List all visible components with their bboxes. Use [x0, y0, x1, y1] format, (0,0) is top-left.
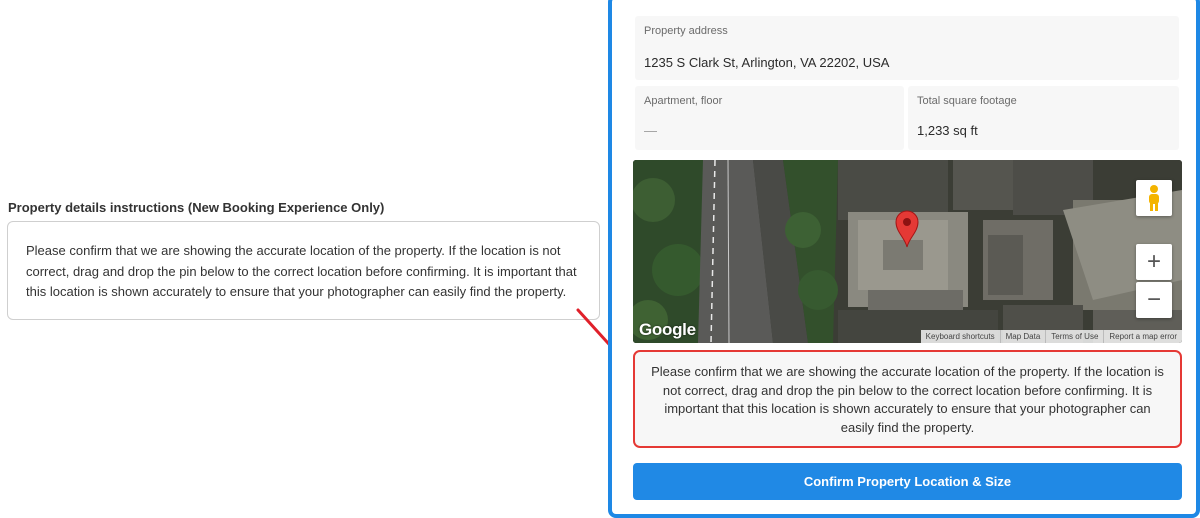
google-logo: Google: [639, 320, 696, 339]
location-warning-text: Please confirm that we are showing the a…: [651, 364, 1164, 435]
property-address-label: Property address: [644, 25, 728, 37]
map-imagery: [633, 160, 1182, 343]
apartment-floor-field[interactable]: Apartment, floor —: [635, 86, 904, 150]
instructions-heading: Property details instructions (New Booki…: [8, 200, 385, 215]
instructions-text-box: Please confirm that we are showing the a…: [7, 221, 600, 320]
location-warning-box: Please confirm that we are showing the a…: [633, 350, 1182, 448]
square-footage-label: Total square footage: [917, 95, 1017, 107]
instructions-text: Please confirm that we are showing the a…: [26, 243, 577, 299]
satellite-map[interactable]: + − Google Keyboard shortcuts Map Data T…: [633, 160, 1182, 343]
square-footage-field[interactable]: Total square footage 1,233 sq ft: [908, 86, 1179, 150]
apartment-floor-label: Apartment, floor: [644, 95, 723, 107]
street-view-figure: [1149, 185, 1159, 211]
pegman-icon[interactable]: [1136, 180, 1172, 216]
zoom-out-button[interactable]: −: [1136, 282, 1172, 318]
square-footage-value: 1,233 sq ft: [917, 123, 978, 138]
map-data-link[interactable]: Map Data: [999, 330, 1046, 343]
property-address-value: 1235 S Clark St, Arlington, VA 22202, US…: [644, 55, 890, 70]
zoom-in-button[interactable]: +: [1136, 244, 1172, 280]
map-footer: Keyboard shortcuts Map Data Terms of Use…: [920, 330, 1182, 343]
property-address-field[interactable]: Property address 1235 S Clark St, Arling…: [635, 16, 1179, 80]
keyboard-shortcuts-link[interactable]: Keyboard shortcuts: [921, 330, 1000, 343]
map-pin-icon[interactable]: [895, 210, 919, 248]
report-map-error-link[interactable]: Report a map error: [1103, 330, 1182, 343]
apartment-floor-value: —: [644, 123, 657, 138]
confirm-location-button[interactable]: Confirm Property Location & Size: [633, 463, 1182, 500]
terms-of-use-link[interactable]: Terms of Use: [1045, 330, 1103, 343]
